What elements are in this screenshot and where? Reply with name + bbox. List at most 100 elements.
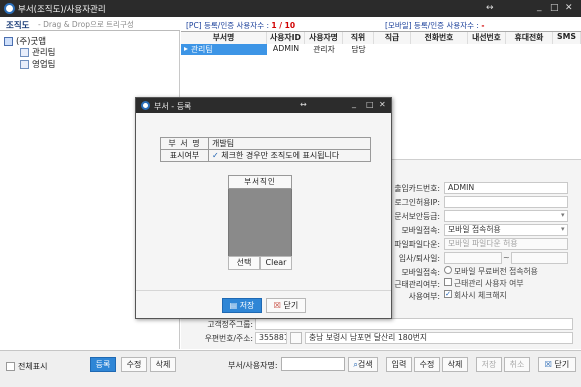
- file-download-label: 파일파일다운:: [394, 240, 440, 249]
- col-mobile[interactable]: 휴대전화: [506, 32, 553, 44]
- address-field[interactable]: 충남 보령시 남포면 달산리 180번지: [305, 332, 573, 344]
- attendance-text: 근태관리 사용자 여부: [454, 279, 524, 288]
- register-button[interactable]: 등록: [90, 357, 116, 372]
- chevron-down-icon[interactable]: ▾: [561, 225, 565, 233]
- company-icon: [4, 36, 13, 46]
- chevron-down-icon[interactable]: ▾: [561, 211, 565, 219]
- app-logo-icon: [4, 3, 15, 14]
- table-row[interactable]: 관리팀: [181, 44, 267, 55]
- display-label: 표시여부: [160, 149, 209, 162]
- cancel-button[interactable]: 취소: [504, 357, 530, 372]
- registration-info: [PC] 등록/인증 사용자수 : 1 / 10 [모바일] 등록/인증 사용자…: [181, 17, 581, 31]
- tree-item-admin[interactable]: 관리팀: [20, 46, 55, 58]
- org-header: 조직도 - Drag & Drop으로 트리구성: [0, 17, 180, 31]
- use-checkbox[interactable]: ✓: [444, 290, 452, 298]
- app-title: 부서(조직도)/사용자관리: [18, 5, 106, 15]
- card-no-field[interactable]: ADMIN: [444, 182, 568, 194]
- col-sms[interactable]: SMS: [553, 32, 581, 44]
- file-download-select[interactable]: 모바일 파일다운 허용: [444, 238, 568, 250]
- attendance-checkbox[interactable]: [444, 278, 452, 286]
- dept-name-field[interactable]: 개발팀: [208, 137, 371, 150]
- dialog-title-bar: 부서 - 등록 ↔ _ □ ✕: [136, 98, 391, 113]
- close-icon: ☒: [544, 360, 552, 369]
- show-all-checkbox[interactable]: [6, 362, 15, 371]
- group-label: 고객정주그룹:: [207, 320, 253, 329]
- input-button[interactable]: 입력: [386, 357, 412, 372]
- tree-item-label: 관리팀: [32, 48, 56, 58]
- login-ip-label: 로그인허용IP:: [394, 198, 441, 207]
- col-dept[interactable]: 부서명: [181, 32, 267, 44]
- mobile-registration: [모바일] 등록/인증 사용자수 : -: [385, 20, 484, 31]
- row-pointer-icon: ▸: [184, 44, 188, 53]
- drag-arrows-icon: ↔: [486, 3, 494, 13]
- search-button-label: 검색: [357, 360, 373, 369]
- mobile-count: -: [481, 21, 485, 30]
- col-rank[interactable]: 직급: [374, 32, 411, 44]
- edit2-button[interactable]: 수정: [414, 357, 440, 372]
- edit-button[interactable]: 수정: [121, 357, 147, 372]
- clear-seal-button[interactable]: Clear: [260, 256, 292, 270]
- mobile-free-radio[interactable]: [444, 266, 452, 274]
- select-seal-button[interactable]: 선택: [228, 256, 260, 270]
- delete2-button[interactable]: 삭제: [442, 357, 468, 372]
- org-hint: - Drag & Drop으로 트리구성: [38, 20, 134, 29]
- zip-field[interactable]: 355881: [255, 332, 287, 344]
- save-button[interactable]: 저장: [476, 357, 502, 372]
- dept-register-dialog: 부서 - 등록 ↔ _ □ ✕ 부 서 명 개발팀 표시여부 ✓ 체크한 경우만…: [135, 97, 392, 319]
- mobile-free-label: 모바일 무료버전 접속허용: [454, 267, 538, 276]
- dialog-close-label: 닫기: [283, 301, 299, 310]
- mobile-access-select[interactable]: 모바일 접속허용: [444, 224, 568, 236]
- dialog-close-bottom-button[interactable]: ☒ 닫기: [266, 298, 306, 313]
- display-text: 체크한 경우만 조직도에 표시됩니다: [221, 151, 340, 160]
- join-date-field[interactable]: [444, 252, 502, 264]
- delete-button[interactable]: 삭제: [150, 357, 176, 372]
- login-ip-field[interactable]: [444, 196, 568, 208]
- minimize-button[interactable]: _: [537, 2, 542, 12]
- pc-registration: [PC] 등록/인증 사용자수 : 1 / 10: [186, 20, 295, 31]
- search-input[interactable]: [281, 357, 345, 371]
- dialog-close-button[interactable]: ✕: [379, 100, 386, 109]
- close-button[interactable]: ✕: [565, 3, 573, 13]
- mobile-label: 모바일접속:: [401, 226, 441, 235]
- use-label: 사용여부:: [408, 292, 440, 301]
- dialog-title: 부서 - 등록: [154, 102, 192, 111]
- group-field[interactable]: [255, 318, 573, 330]
- dept-icon: [20, 47, 29, 57]
- cell-position: 담당: [351, 45, 366, 54]
- card-no-label: 출입카드번호:: [394, 184, 440, 193]
- col-phone[interactable]: 전화번호: [411, 32, 468, 44]
- dialog-maximize-button[interactable]: □: [366, 100, 374, 109]
- org-title: 조직도: [6, 21, 30, 31]
- maximize-button[interactable]: □: [550, 3, 559, 13]
- zip-search-button[interactable]: [290, 332, 302, 344]
- app-title-bar: 부서(조직도)/사용자관리 ↔ _ □ ✕: [0, 0, 581, 17]
- search-button[interactable]: ⌕검색: [348, 357, 378, 372]
- drag-arrows-icon: ↔: [300, 100, 307, 109]
- col-position[interactable]: 직위: [343, 32, 374, 44]
- dialog-save-button[interactable]: ▤ 저장: [222, 298, 262, 313]
- address-label: 우편번호/주소:: [204, 334, 253, 343]
- save-icon: ▤: [229, 301, 238, 310]
- dialog-form-table: 부 서 명 개발팀 표시여부 ✓ 체크한 경우만 조직도에 표시됩니다: [160, 137, 371, 162]
- dialog-minimize-button[interactable]: _: [352, 99, 356, 108]
- cell-userid: ADMIN: [272, 44, 300, 53]
- close-window-button[interactable]: ☒ 닫기: [538, 357, 576, 372]
- dept-name-label: 부 서 명: [160, 137, 209, 150]
- bottom-toolbar: 전체표시 등록 수정 삭제 부서/사용자명: ⌕검색 입력 수정 삭제 저장 취…: [0, 350, 581, 387]
- pc-count: 1 / 10: [271, 21, 296, 30]
- col-userid[interactable]: 사용자ID: [267, 32, 305, 44]
- join-leave-label: 입사/퇴사일:: [398, 254, 440, 263]
- tree-item-sales[interactable]: 영업팀: [20, 58, 55, 70]
- cell-dept: 관리팀: [191, 45, 213, 54]
- col-ext[interactable]: 내선번호: [468, 32, 506, 44]
- date-separator: ~: [503, 253, 510, 262]
- leave-date-field[interactable]: [511, 252, 568, 264]
- security-field[interactable]: [444, 210, 568, 222]
- col-username[interactable]: 사용자명: [305, 32, 343, 44]
- security-label: 문서보안등급:: [394, 212, 440, 221]
- display-checkbox-cell[interactable]: ✓ 체크한 경우만 조직도에 표시됩니다: [208, 149, 371, 162]
- close-icon: ☒: [273, 301, 281, 310]
- attendance-label: 근태관리여부:: [394, 280, 440, 289]
- dialog-logo-icon: [141, 101, 150, 110]
- use-text: 회사시 체크해지: [454, 291, 507, 300]
